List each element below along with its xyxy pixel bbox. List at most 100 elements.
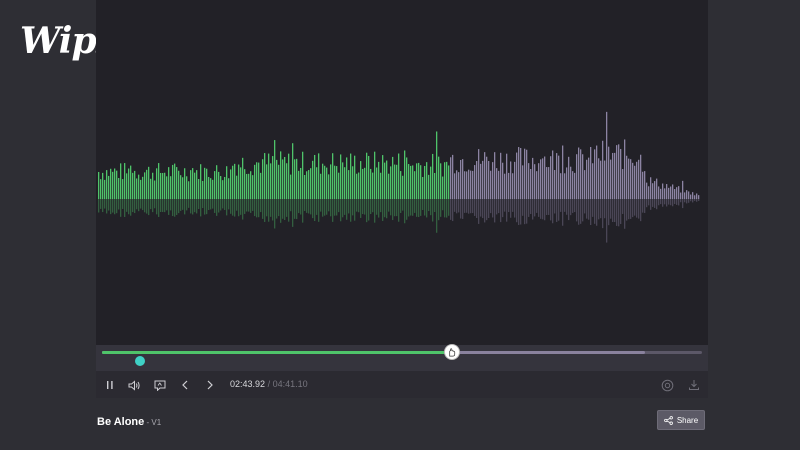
waveform-reflection-bar xyxy=(220,199,222,211)
waveform-bar xyxy=(480,163,482,199)
waveform-reflection-bar xyxy=(114,199,116,215)
waveform-reflection-bar xyxy=(498,199,500,214)
hand-cursor-icon xyxy=(449,347,456,356)
pause-button[interactable] xyxy=(102,377,118,393)
download-button[interactable] xyxy=(686,377,702,393)
waveform-bar xyxy=(330,164,332,199)
track-title: Be Alone - V1 xyxy=(97,416,161,428)
waveform-reflection-bar xyxy=(126,199,128,212)
waveform-bar xyxy=(302,151,304,199)
waveform-bar xyxy=(324,165,326,199)
progress-track[interactable] xyxy=(102,345,702,359)
waveform-reflection-bar xyxy=(108,199,110,211)
waveform-bar xyxy=(314,154,316,199)
waveform-bar xyxy=(696,193,698,199)
previous-button[interactable] xyxy=(177,377,193,393)
waveform-bar xyxy=(388,173,390,199)
waveform-bar xyxy=(320,173,322,199)
waveform-reflection-bar xyxy=(678,199,680,206)
waveform-reflection-bar xyxy=(418,199,420,218)
waveform-reflection-bar xyxy=(442,199,444,211)
waveform-reflection-bar xyxy=(426,199,428,218)
waveform-bar xyxy=(274,140,276,199)
comment-marker[interactable] xyxy=(135,356,145,366)
waveform-reflection-bar xyxy=(306,199,308,213)
time-display: 02:43.92 / 04:41.10 xyxy=(230,379,308,389)
waveform-bar xyxy=(584,170,586,199)
waveform-bar xyxy=(598,158,600,199)
waveform-reflection-bar xyxy=(586,199,588,219)
waveform-reflection-bar xyxy=(680,199,682,203)
waveform-bar xyxy=(280,151,282,199)
waveform-bar xyxy=(242,157,244,199)
waveform-reflection-bar xyxy=(528,199,530,217)
waveform-reflection-bar xyxy=(556,199,558,222)
waveform-bar xyxy=(340,154,342,199)
comment-button[interactable] xyxy=(152,377,168,393)
waveform-reflection-bar xyxy=(258,199,260,218)
waveform-bar xyxy=(270,163,272,199)
timeline[interactable] xyxy=(96,345,708,371)
waveform-reflection-bar xyxy=(110,199,112,215)
waveform-reflection-bar xyxy=(582,199,584,222)
waveform-reflection-bar xyxy=(490,199,492,214)
waveform-bar xyxy=(688,191,690,199)
waveform-reflection-bar xyxy=(454,199,456,212)
share-button[interactable]: Share xyxy=(657,410,705,430)
waveform-reflection-bar xyxy=(232,199,234,216)
waveform-bar xyxy=(468,169,470,199)
waveform-reflection-bar xyxy=(512,199,514,212)
waveform-bar xyxy=(578,147,580,199)
waveform-reflection-bar xyxy=(262,199,264,219)
waveform-bar xyxy=(380,172,382,199)
scrub-handle[interactable] xyxy=(444,345,459,359)
waveform-reflection-bar xyxy=(508,199,510,213)
waveform-reflection-bar xyxy=(414,199,416,213)
waveform-reflection-bar xyxy=(260,199,262,213)
waveform-bar xyxy=(272,156,274,199)
waveform-bar xyxy=(250,171,252,199)
waveform-reflection-bar xyxy=(296,199,298,220)
waveform-reflection-bar xyxy=(254,199,256,217)
waveform-reflection-bar xyxy=(236,199,238,211)
waveform-reflection-bar xyxy=(238,199,240,217)
waveform-reflection-bar xyxy=(554,199,556,214)
waveform-reflection-bar xyxy=(322,199,324,217)
waveform-bar xyxy=(372,172,374,199)
waveform-bar xyxy=(192,168,194,199)
waveform-bar xyxy=(310,168,312,199)
volume-icon xyxy=(128,379,140,391)
waveform-reflection-bar xyxy=(412,199,414,216)
waveform-reflection-bar xyxy=(146,199,148,214)
next-button[interactable] xyxy=(202,377,218,393)
waveform-reflection-bar xyxy=(390,199,392,216)
waveform-reflection-bar xyxy=(664,199,666,205)
waveform-svg[interactable] xyxy=(96,0,708,345)
waveform-bar xyxy=(432,153,434,199)
waveform-bar xyxy=(244,169,246,199)
waveform-reflection-bar xyxy=(198,199,200,210)
waveform-reflection-bar xyxy=(444,199,446,218)
waveform-reflection-bar xyxy=(188,199,190,208)
waveform-bar xyxy=(160,172,162,199)
waveform-bar xyxy=(384,162,386,199)
waveform-reflection-bar xyxy=(410,199,412,216)
waveform-reflection-bar xyxy=(318,199,320,222)
waveform-reflection-bar xyxy=(216,199,218,216)
waveform-reflection-bar xyxy=(204,199,206,215)
waveform-bar xyxy=(408,164,410,199)
waveform[interactable] xyxy=(96,0,708,345)
waveform-reflection-bar xyxy=(156,199,158,215)
settings-button[interactable] xyxy=(659,377,675,393)
waveform-reflection-bar xyxy=(148,199,150,216)
waveform-bar xyxy=(540,159,542,199)
waveform-reflection-bar xyxy=(292,199,294,227)
volume-button[interactable] xyxy=(126,377,142,393)
waveform-bar xyxy=(592,163,594,199)
waveform-reflection-bar xyxy=(196,199,198,214)
waveform-reflection-bar xyxy=(278,199,280,217)
waveform-reflection-bar xyxy=(300,199,302,215)
waveform-bar xyxy=(172,164,174,199)
waveform-bar xyxy=(366,152,368,199)
waveform-reflection-bar xyxy=(112,199,114,213)
